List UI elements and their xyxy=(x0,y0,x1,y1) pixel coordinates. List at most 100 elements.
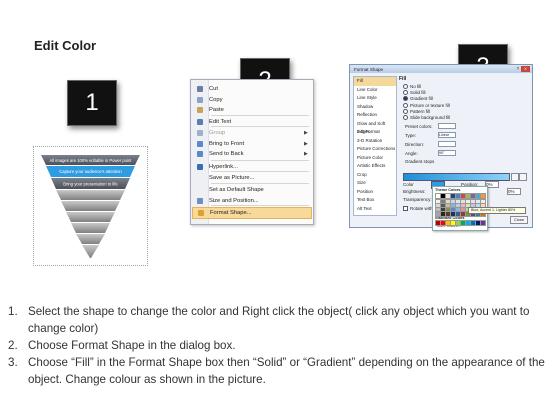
category-artistic-effects[interactable]: Artistic Effects xyxy=(354,162,396,171)
format-shape-dialog: Format Shape ? X Fill Line Color Line Styl… xyxy=(349,64,533,231)
field-dropdown[interactable]: 90° xyxy=(438,150,456,156)
category-picture-color[interactable]: Picture Color xyxy=(354,154,396,163)
fill-option-label: Gradient fill xyxy=(410,96,433,102)
category-3-d-rotation[interactable]: 3-D Rotation xyxy=(354,137,396,146)
rotate-checkbox-box[interactable] xyxy=(403,206,408,211)
radio-icon[interactable] xyxy=(403,102,408,108)
category-glow-and-soft-edges[interactable]: Glow and Soft Edges xyxy=(354,120,396,135)
hyperlink-icon xyxy=(197,164,203,170)
group-icon xyxy=(197,130,203,136)
pyramid-shape[interactable]: All images are 100% editable in Power po… xyxy=(34,147,147,265)
radio-icon[interactable] xyxy=(403,115,408,120)
radio-icon[interactable] xyxy=(403,96,408,102)
radio-icon[interactable] xyxy=(403,108,408,114)
paste-icon xyxy=(197,107,203,113)
category-position[interactable]: Position xyxy=(354,188,396,197)
chevron-right-icon: ▶ xyxy=(304,130,308,136)
step-text: Select the shape to change the color and… xyxy=(28,305,530,335)
menu-item-cut[interactable]: Cut xyxy=(192,84,312,94)
theme-colors-label: Theme Colors xyxy=(435,188,461,192)
fill-option-label: Pattern fill xyxy=(410,108,431,114)
category-reflection[interactable]: Reflection xyxy=(354,111,396,120)
send-back-icon xyxy=(197,151,203,157)
category-line-style[interactable]: Line Style xyxy=(354,94,396,103)
brightness-input[interactable]: 0% xyxy=(507,188,521,195)
menu-item-save-as-picture[interactable]: Save as Picture... xyxy=(192,173,312,183)
category-text-box[interactable]: Text Box xyxy=(354,196,396,205)
field-gradient-stops: Gradient stops xyxy=(405,159,435,164)
fill-option-slide-background-fill[interactable]: Slide background fill xyxy=(403,115,450,120)
menu-item-paste[interactable]: Paste xyxy=(192,105,312,115)
color-label: Color xyxy=(403,182,414,187)
menu-item-label: Set as Default Shape xyxy=(209,187,264,193)
chevron-right-icon: ▶ xyxy=(304,151,308,157)
radio-icon[interactable] xyxy=(403,90,408,96)
fill-option-label: Slide background fill xyxy=(410,115,451,120)
pyramid-text-2: Capture your audience's attention xyxy=(59,169,122,174)
pyramid-band-4 xyxy=(56,190,125,200)
standard-color-swatch[interactable] xyxy=(480,220,486,226)
menu-item-label: Paste xyxy=(209,107,224,113)
category-size[interactable]: Size xyxy=(354,179,396,188)
field-dropdown[interactable] xyxy=(438,141,456,147)
menu-item-copy[interactable]: Copy xyxy=(192,95,312,105)
page-title: Edit Color xyxy=(34,38,97,53)
menu-item-label: Save as Picture... xyxy=(209,175,255,181)
field-dropdown[interactable] xyxy=(438,123,456,129)
dialog-close-button[interactable]: Close xyxy=(510,216,528,224)
fill-option-gradient-fill[interactable]: Gradient fill xyxy=(403,96,433,102)
menu-item-send-to-back[interactable]: Send to Back ▶ xyxy=(192,149,312,159)
step-text: Choose Format Shape in the dialog box. xyxy=(28,339,236,352)
field-dropdown[interactable]: Linear xyxy=(438,132,456,138)
step-text: Choose “Fill” in the Format Shape box th… xyxy=(28,356,545,386)
category-3-d-format[interactable]: 3-D Format xyxy=(354,128,396,137)
menu-item-bring-to-front[interactable]: Bring to Front ▶ xyxy=(192,139,312,149)
step-number: 1. xyxy=(8,305,18,318)
category-picture-corrections[interactable]: Picture Corrections xyxy=(354,145,396,154)
category-crop[interactable]: Crop xyxy=(354,171,396,180)
size-icon xyxy=(197,198,203,204)
fill-option-label: Picture or texture fill xyxy=(410,102,450,108)
radio-icon[interactable] xyxy=(403,84,408,89)
scissors-icon xyxy=(197,86,203,92)
edit-text-icon xyxy=(197,119,203,125)
instruction-step: 2. Choose Format Shape in the dialog box. xyxy=(8,337,553,354)
fill-option-pattern-fill[interactable]: Pattern fill xyxy=(403,108,431,114)
field-angle: Angle: 90° xyxy=(405,150,456,156)
menu-item-hyperlink[interactable]: Hyperlink... xyxy=(192,162,312,172)
field-label: Direction: xyxy=(405,141,425,147)
remove-stop-button[interactable] xyxy=(519,173,527,181)
category-shadow[interactable]: Shadow xyxy=(354,103,396,112)
fill-option-label: Solid fill xyxy=(410,90,426,96)
menu-item-label: Copy xyxy=(209,97,223,103)
category-line-color[interactable]: Line Color xyxy=(354,86,396,95)
menu-item-label: Bring to Front xyxy=(209,141,245,147)
category-fill[interactable]: Fill xyxy=(354,77,396,86)
field-label: Type: xyxy=(405,132,417,138)
menu-item-label: Hyperlink... xyxy=(209,164,238,170)
field-preset-colors: Preset colors: xyxy=(405,123,456,129)
format-shape-icon xyxy=(198,210,204,216)
help-icon[interactable]: ? xyxy=(516,66,519,71)
category-alt-text[interactable]: Alt Text xyxy=(354,205,396,214)
menu-item-edit-text[interactable]: Edit Text xyxy=(192,117,312,127)
field-type: Type: Linear xyxy=(405,132,456,138)
fill-option-label: No fill xyxy=(410,84,422,89)
add-stop-button[interactable] xyxy=(511,173,519,181)
bring-front-icon xyxy=(197,141,203,147)
gradient-stops-bar[interactable] xyxy=(403,173,510,181)
menu-item-label: Edit Text xyxy=(209,119,232,125)
menu-separator xyxy=(211,160,309,161)
pyramid-selection[interactable]: All images are 100% editable in Power po… xyxy=(33,146,148,266)
menu-item-set-as-default-shape[interactable]: Set as Default Shape xyxy=(192,185,312,195)
fill-option-picture-or-texture-fill[interactable]: Picture or texture fill xyxy=(403,102,450,108)
color-tooltip: Blue, Accent 1, Lighter 80% xyxy=(468,207,526,214)
field-label: Preset colors: xyxy=(405,123,433,129)
fill-option-no-fill[interactable]: No fill xyxy=(403,84,421,89)
pyramid-band-5 xyxy=(61,201,120,211)
fill-option-solid-fill[interactable]: Solid fill xyxy=(403,90,426,96)
close-icon[interactable]: X xyxy=(521,66,530,72)
menu-item-size-and-position[interactable]: Size and Position... xyxy=(192,196,312,206)
pyramid-band-9 xyxy=(82,245,99,258)
menu-item-format-shape[interactable]: Format Shape... xyxy=(192,207,312,219)
